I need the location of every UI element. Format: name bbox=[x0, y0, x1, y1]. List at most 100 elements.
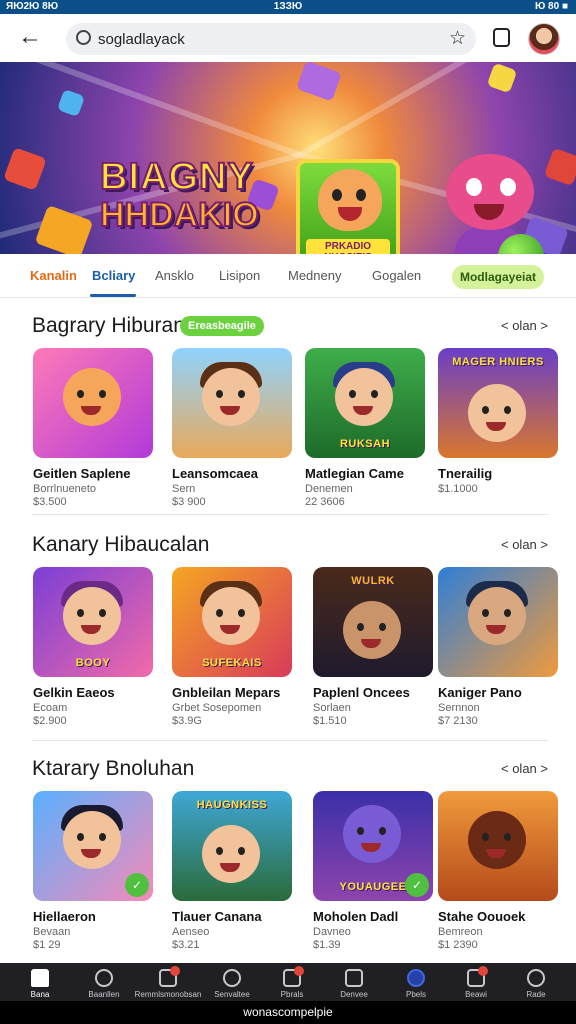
game-name: Tlauer Canana bbox=[172, 909, 262, 924]
section-title: Ktarary Bnoluhan bbox=[32, 757, 195, 780]
section-badge: Ereasbeagile bbox=[180, 316, 264, 336]
banner-box-text: PRKADIO NHOSIEIS bbox=[306, 239, 390, 254]
game-thumbnail bbox=[438, 791, 558, 901]
game-card[interactable]: YOUAUGEE ✓ Moholen Dadl Davneo $1.39 bbox=[313, 791, 433, 951]
game-name: Stahe Oouoek bbox=[438, 909, 526, 924]
nav-item-profile-b[interactable]: Pbels bbox=[382, 965, 450, 999]
game-card[interactable]: Stahe Oouoek Bemreon $1 2390 bbox=[438, 791, 558, 951]
tab-chip[interactable]: Modlagayeiat bbox=[452, 265, 544, 289]
game-price: $3.9G bbox=[172, 715, 202, 727]
star-icon[interactable]: ☆ bbox=[449, 27, 466, 50]
tab-3[interactable]: Lisipon bbox=[219, 268, 260, 283]
controller-icon bbox=[345, 969, 363, 987]
game-card[interactable]: RUKSAH Matlegian Came Denemen 22 3606 bbox=[305, 348, 425, 508]
game-subtitle: Grbet Sosepomen bbox=[172, 702, 262, 714]
refresh-icon bbox=[407, 969, 425, 987]
nav-item-inbox[interactable]: Beawi bbox=[442, 965, 510, 999]
thumbnail-label: RUKSAH bbox=[339, 438, 391, 450]
game-card[interactable]: HAUGNKISS Tlauer Canana Aenseo $3.21 bbox=[172, 791, 292, 951]
game-thumbnail: BOOY bbox=[33, 567, 153, 677]
tab-0[interactable]: Kanalin bbox=[30, 268, 77, 283]
game-name: Gnbleilan Mepars bbox=[172, 685, 281, 700]
nav-label: Senvaltee bbox=[214, 990, 250, 999]
nav-item-search[interactable]: Rade bbox=[502, 965, 570, 999]
game-name: Kaniger Pano bbox=[438, 685, 522, 700]
game-price: $3.500 bbox=[33, 496, 67, 508]
game-price: $1.510 bbox=[313, 715, 347, 727]
game-subtitle: Sern bbox=[172, 483, 196, 495]
bottom-nav: Bana Baanllen Remmlsmonobsan Senvaltee P… bbox=[0, 963, 576, 1001]
game-thumbnail: YOUAUGEE ✓ bbox=[313, 791, 433, 901]
search-icon bbox=[527, 969, 545, 987]
banner-mascot bbox=[436, 154, 556, 254]
nav-item-games[interactable]: Baanllen bbox=[70, 965, 138, 999]
nav-item-recommendations[interactable]: Remmlsmonobsan bbox=[134, 965, 202, 999]
game-subtitle: Ecoam bbox=[33, 702, 68, 714]
status-time: 1ЗЗЮ bbox=[273, 1, 303, 12]
top-bar: ← ☆ bbox=[0, 14, 576, 62]
game-name: Gelkin Eaeos bbox=[33, 685, 115, 700]
game-subtitle: Borrlnueneto bbox=[33, 483, 96, 495]
nav-item-device[interactable]: Denvee bbox=[320, 965, 388, 999]
game-thumbnail bbox=[172, 348, 292, 458]
game-card[interactable]: Geitlen Saplene Borrlnueneto $3.500 bbox=[33, 348, 153, 508]
nav-item-home[interactable]: Bana bbox=[6, 965, 74, 999]
game-card[interactable]: SUFEKAIS Gnbleilan Mepars Grbet Sosepome… bbox=[172, 567, 292, 727]
game-thumbnail bbox=[438, 567, 558, 677]
mascot-face-icon bbox=[318, 169, 382, 231]
thumbnail-label: WULRK bbox=[351, 575, 395, 587]
home-icon bbox=[31, 969, 49, 987]
game-thumbnail: MAGER HNIERS bbox=[438, 348, 558, 458]
thumbnail-label: SUFEKAIS bbox=[202, 657, 262, 669]
game-card[interactable]: BOOY Gelkin Eaeos Ecoam $2.900 bbox=[33, 567, 153, 727]
tab-2[interactable]: Ansklo bbox=[155, 268, 194, 283]
wallet-icon bbox=[283, 966, 304, 987]
search-input[interactable] bbox=[98, 28, 428, 50]
game-subtitle: Denemen bbox=[305, 483, 353, 495]
back-arrow-icon[interactable]: ← bbox=[18, 24, 50, 52]
nav-label: Beawi bbox=[465, 990, 487, 999]
game-name: Tnerailig bbox=[438, 466, 493, 481]
tab-4[interactable]: Medneny bbox=[288, 268, 341, 283]
avatar[interactable] bbox=[528, 23, 560, 55]
category-tabs: Kanalin Bcliary Ansklo Lisipon Medneny G… bbox=[0, 258, 576, 298]
install-icon[interactable]: ✓ bbox=[405, 873, 429, 897]
game-name: Paplenl Oncees bbox=[313, 685, 410, 700]
game-thumbnail: RUKSAH bbox=[305, 348, 425, 458]
hero-banner[interactable]: BIAGNY HHDAKIO PRKADIO NHOSIEIS bbox=[0, 62, 576, 254]
banner-title: BIAGNY HHDAKIO bbox=[99, 156, 270, 234]
section-more-link[interactable]: < olan > bbox=[501, 537, 548, 552]
section-title: Bagrary Hiburan bbox=[32, 314, 185, 337]
section-divider bbox=[32, 514, 548, 515]
section-title: Kanary Hibaucalan bbox=[32, 533, 210, 556]
game-subtitle: Bemreon bbox=[438, 926, 483, 938]
section-more-link[interactable]: < olan > bbox=[501, 761, 548, 776]
game-card[interactable]: WULRK Paplenl Oncees Sorlaen $1.510 bbox=[313, 567, 433, 727]
game-card[interactable]: ✓ Hiellaeron Bevaan $1 29 bbox=[33, 791, 153, 951]
nav-item-services[interactable]: Senvaltee bbox=[198, 965, 266, 999]
game-price: $1 29 bbox=[33, 939, 61, 951]
section-more-link[interactable]: < olan > bbox=[501, 318, 548, 333]
game-name: Geitlen Saplene bbox=[33, 466, 131, 481]
banner-game-box: PRKADIO NHOSIEIS bbox=[296, 159, 400, 254]
install-icon[interactable]: ✓ bbox=[125, 873, 149, 897]
clock-icon bbox=[223, 969, 241, 987]
game-card[interactable]: Leansomcaea Sern $3 900 bbox=[172, 348, 292, 508]
nav-item-profile-a[interactable]: Pbrals bbox=[258, 965, 326, 999]
section-1: Bagrary Hiburan Ereasbeagile < olan > Ge… bbox=[0, 314, 576, 524]
search-icon bbox=[76, 30, 91, 45]
url-bar[interactable]: wonascompelpie bbox=[0, 1001, 576, 1024]
tab-1[interactable]: Bcliary bbox=[92, 268, 135, 283]
inbox-icon bbox=[467, 966, 488, 987]
game-card[interactable]: Kaniger Pano Sernnon $7 2130 bbox=[438, 567, 558, 727]
tab-5[interactable]: Gogalen bbox=[372, 268, 421, 283]
notification-icon[interactable] bbox=[493, 28, 510, 47]
game-thumbnail: SUFEKAIS bbox=[172, 567, 292, 677]
nav-label: Bana bbox=[30, 990, 50, 999]
nav-label: Pbels bbox=[405, 990, 426, 999]
search-bar[interactable]: ☆ bbox=[66, 23, 476, 55]
game-name: Leansomcaea bbox=[172, 466, 258, 481]
game-subtitle: Sorlaen bbox=[313, 702, 351, 714]
game-card[interactable]: MAGER HNIERS Tnerailig $1.1000 bbox=[438, 348, 558, 495]
game-price: $3 900 bbox=[172, 496, 206, 508]
